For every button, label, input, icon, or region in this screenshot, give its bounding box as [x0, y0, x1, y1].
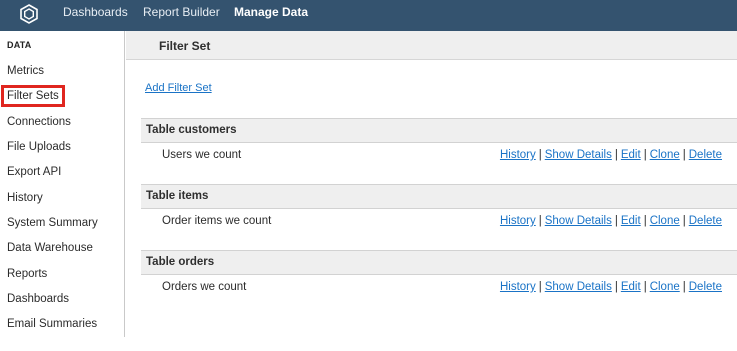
edit-link[interactable]: Edit — [621, 215, 641, 227]
section-header-orders: Table orders — [141, 250, 737, 275]
history-link[interactable]: History — [500, 149, 536, 161]
show-details-link[interactable]: Show Details — [545, 149, 612, 161]
nav-report-builder[interactable]: Report Builder — [143, 0, 220, 31]
sidebar-item-connections[interactable]: Connections — [7, 115, 71, 129]
separator: | — [643, 215, 647, 227]
sidebar: DATA Metrics Filter Sets Connections Fil… — [0, 31, 125, 337]
page-title: Filter Set — [159, 39, 211, 53]
sidebar-item-dashboards[interactable]: Dashboards — [7, 292, 69, 306]
top-navigation-bar: Dashboards Report Builder Manage Data — [0, 0, 737, 31]
history-link[interactable]: History — [500, 215, 536, 227]
nav-manage-data[interactable]: Manage Data — [234, 0, 308, 31]
sidebar-heading: DATA — [7, 40, 32, 50]
separator: | — [538, 281, 542, 293]
filter-set-name: Orders we count — [162, 281, 247, 293]
clone-link[interactable]: Clone — [650, 281, 680, 293]
separator: | — [643, 281, 647, 293]
hexagon-logo-icon[interactable] — [19, 4, 39, 24]
panel-header: Filter Set — [126, 31, 737, 60]
table-row: Order items we count History | Show Detail… — [141, 209, 737, 234]
filter-set-name: Order items we count — [162, 215, 272, 227]
sidebar-item-email-summaries[interactable]: Email Summaries — [7, 317, 97, 331]
nav-dashboards[interactable]: Dashboards — [63, 0, 128, 31]
separator: | — [538, 149, 542, 161]
sidebar-item-filter-sets[interactable]: Filter Sets — [1, 85, 65, 107]
section-title: Table items — [146, 190, 209, 202]
table-row: Users we count History | Show Details | Edit… — [141, 143, 737, 168]
section-header-items: Table items — [141, 184, 737, 209]
history-link[interactable]: History — [500, 281, 536, 293]
filter-set-name: Users we count — [162, 149, 242, 161]
delete-link[interactable]: Delete — [689, 215, 722, 227]
row-actions: History | Show Details | Edit | Clone | Delete — [500, 149, 722, 161]
separator: | — [614, 149, 618, 161]
sidebar-item-data-warehouse[interactable]: Data Warehouse — [7, 241, 93, 255]
separator: | — [682, 215, 686, 227]
sidebar-item-metrics[interactable]: Metrics — [7, 64, 44, 78]
separator: | — [682, 149, 686, 161]
sidebar-item-system-summary[interactable]: System Summary — [7, 216, 98, 230]
separator: | — [682, 281, 686, 293]
sidebar-item-reports[interactable]: Reports — [7, 267, 47, 281]
table-row: Orders we count History | Show Details | Edi… — [141, 275, 737, 300]
delete-link[interactable]: Delete — [689, 281, 722, 293]
sidebar-item-file-uploads[interactable]: File Uploads — [7, 140, 71, 154]
add-filter-set-link[interactable]: Add Filter Set — [145, 82, 212, 94]
separator: | — [614, 281, 618, 293]
separator: | — [538, 215, 542, 227]
delete-link[interactable]: Delete — [689, 149, 722, 161]
row-actions: History | Show Details | Edit | Clone | Delete — [500, 281, 722, 293]
separator: | — [614, 215, 618, 227]
show-details-link[interactable]: Show Details — [545, 281, 612, 293]
clone-link[interactable]: Clone — [650, 215, 680, 227]
sidebar-item-history[interactable]: History — [7, 191, 43, 205]
section-title: Table customers — [146, 124, 237, 136]
edit-link[interactable]: Edit — [621, 281, 641, 293]
edit-link[interactable]: Edit — [621, 149, 641, 161]
show-details-link[interactable]: Show Details — [545, 215, 612, 227]
separator: | — [643, 149, 647, 161]
section-title: Table orders — [146, 256, 215, 268]
clone-link[interactable]: Clone — [650, 149, 680, 161]
row-actions: History | Show Details | Edit | Clone | Delete — [500, 215, 722, 227]
sidebar-item-export-api[interactable]: Export API — [7, 165, 61, 179]
main-panel: Filter Set Add Filter Set Table customer… — [126, 31, 737, 351]
section-header-customers: Table customers — [141, 118, 737, 143]
